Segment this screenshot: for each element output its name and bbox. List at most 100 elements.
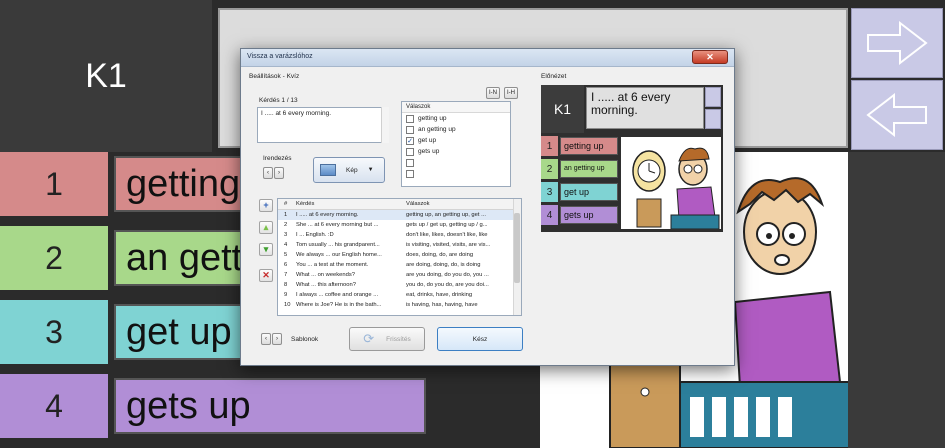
next-arrow-button[interactable]: [851, 8, 943, 78]
preview-answer-text: get up: [560, 183, 618, 201]
table-row[interactable]: 4 Tom usually ... his grandparent... is vi…: [278, 240, 521, 250]
row-question: I always ... coffee and orange ...: [296, 292, 379, 298]
answer-option[interactable]: getting up: [402, 113, 510, 124]
checkbox[interactable]: [406, 158, 414, 167]
row-question: Tom usually ... his grandparent...: [296, 242, 380, 248]
answer-option[interactable]: ✓ get up: [402, 135, 510, 146]
dialog-title: Vissza a varázslóhoz: [247, 53, 313, 60]
arrow-right-icon: [867, 21, 928, 65]
row-answers: getting up, an getting up, get ...: [406, 212, 486, 218]
row-question: I ... English. :D: [296, 232, 334, 238]
answer-option[interactable]: an getting up: [402, 124, 510, 135]
settings-group-label: Beállítások - Kvíz: [249, 73, 300, 80]
row-number: 7: [284, 272, 288, 278]
answer-option[interactable]: [402, 168, 510, 179]
row-number: 9: [284, 292, 288, 298]
board-answer-row-4[interactable]: 4 gets up: [0, 374, 426, 438]
row-question: What ... this afternoon?: [296, 282, 356, 288]
table-row[interactable]: 1 I ..... at 6 every morning. getting up, …: [278, 210, 521, 220]
table-row[interactable]: 5 We always ... our English home... does, …: [278, 250, 521, 260]
board-card-label: K1: [0, 0, 212, 152]
image-icon: [320, 164, 336, 176]
preview-answer-row-3: 3 get up: [541, 181, 618, 203]
row-question: What ... on weekends?: [296, 272, 355, 278]
question-text-field[interactable]: I ..... at 6 every morning.: [257, 107, 389, 143]
in-button[interactable]: I-N: [486, 87, 500, 99]
table-row[interactable]: 9 I always ... coffee and orange ... eat, …: [278, 290, 521, 300]
row-answers: does, doing, do, are doing: [406, 252, 474, 258]
preview-answer-text: an getting up: [560, 160, 618, 178]
answer-option[interactable]: [402, 157, 510, 168]
arrow-left-icon: [866, 93, 927, 137]
refresh-button-label: Frissítés: [386, 335, 411, 343]
row-answers: are you doing, do you do, you ...: [406, 272, 489, 278]
template-next-button[interactable]: ›: [272, 333, 282, 345]
table-header: # Kérdés Válaszok: [278, 199, 521, 210]
previous-arrow-button[interactable]: [851, 80, 943, 150]
row-question: She ... at 6 every morning but ...: [296, 222, 379, 228]
table-scrollbar[interactable]: [513, 199, 521, 315]
row-answers: is visiting, visited, visits, are vis...: [406, 242, 491, 248]
arrange-left-button[interactable]: ‹: [263, 167, 273, 179]
checkbox[interactable]: [406, 114, 414, 123]
table-row[interactable]: 7 What ... on weekends? are you doing, do …: [278, 270, 521, 280]
preview-label: Előnézet: [541, 73, 567, 80]
row-answers: eat, drinks, have, drinking: [406, 292, 473, 298]
close-button[interactable]: ✕: [692, 50, 728, 64]
checkbox-checked[interactable]: ✓: [406, 136, 414, 145]
move-up-button[interactable]: ▴: [259, 221, 273, 234]
answers-header: Válaszok: [402, 102, 510, 113]
preview-answer-number: 1: [541, 136, 558, 156]
row-number: 10: [284, 302, 291, 308]
row-question: Where is Joe? He is in the bath...: [296, 302, 382, 308]
boy-alarm-clock-illustration: [632, 147, 720, 229]
answer-option-text: get up: [418, 137, 437, 144]
picture-button-label: Kép: [346, 166, 358, 174]
preview-answer-text: gets up: [560, 206, 618, 224]
preview-card-label: K1: [541, 85, 584, 133]
answers-list: Válaszok getting up an getting up ✓ get u…: [401, 101, 511, 187]
preview-answer-row-1: 1 getting up: [541, 135, 618, 157]
preview-answer-row-4: 4 gets up: [541, 204, 618, 226]
column-header-answers: Válaszok: [406, 201, 430, 207]
row-answers: gets up / get up, getting up / g...: [406, 222, 488, 228]
board-answer-text: gets up: [114, 378, 426, 434]
answer-option[interactable]: gets up: [402, 146, 510, 157]
row-number: 1: [284, 212, 288, 218]
table-row[interactable]: 3 I ... English. :D don't like, likes, doe…: [278, 230, 521, 240]
checkbox[interactable]: [406, 169, 414, 178]
arrange-right-button[interactable]: ›: [274, 167, 284, 179]
refresh-button[interactable]: ⟳ Frissítés: [349, 327, 425, 351]
add-question-button[interactable]: +: [259, 199, 273, 212]
checkbox[interactable]: [406, 147, 414, 156]
preview-next-arrow-icon: [705, 87, 721, 107]
preview-answer-text: getting up: [560, 137, 618, 155]
checkbox[interactable]: [406, 125, 414, 134]
move-down-button[interactable]: ▾: [259, 243, 273, 256]
question-counter: Kérdés 1 / 13: [259, 97, 298, 104]
template-prev-button[interactable]: ‹: [261, 333, 271, 345]
ih-button[interactable]: I-H: [504, 87, 518, 99]
table-row[interactable]: 6 You ... a test at the moment. are doing,…: [278, 260, 521, 270]
quiz-editor-screen: K1 I ..... at 6 every morning. 1 getting…: [0, 0, 945, 448]
table-row[interactable]: 10 Where is Joe? He is in the bath... is h…: [278, 300, 521, 310]
question-scrollbar[interactable]: [381, 107, 389, 143]
picture-button[interactable]: Kép ▼: [313, 157, 385, 183]
scrollbar-thumb[interactable]: [514, 213, 520, 283]
refresh-icon: ⟳: [363, 331, 375, 346]
done-button[interactable]: Kész: [437, 327, 523, 351]
board-answer-number: 4: [0, 374, 108, 438]
row-number: 6: [284, 262, 288, 268]
answer-option-text: gets up: [418, 148, 440, 155]
templates-label: Sablonok: [291, 336, 319, 343]
preview-picture: [621, 137, 721, 229]
row-number: 8: [284, 282, 288, 288]
table-row[interactable]: 8 What ... this afternoon? you do, do you …: [278, 280, 521, 290]
delete-question-button[interactable]: ✕: [259, 269, 273, 282]
row-question: We always ... our English home...: [296, 252, 382, 258]
questions-table: # Kérdés Válaszok 1 I ..... at 6 every mo…: [277, 198, 522, 316]
board-right-panel: [848, 152, 945, 448]
table-row[interactable]: 2 She ... at 6 every morning but ... gets …: [278, 220, 521, 230]
row-answers: you do, do you do, are you doi...: [406, 282, 489, 288]
row-number: 3: [284, 232, 288, 238]
